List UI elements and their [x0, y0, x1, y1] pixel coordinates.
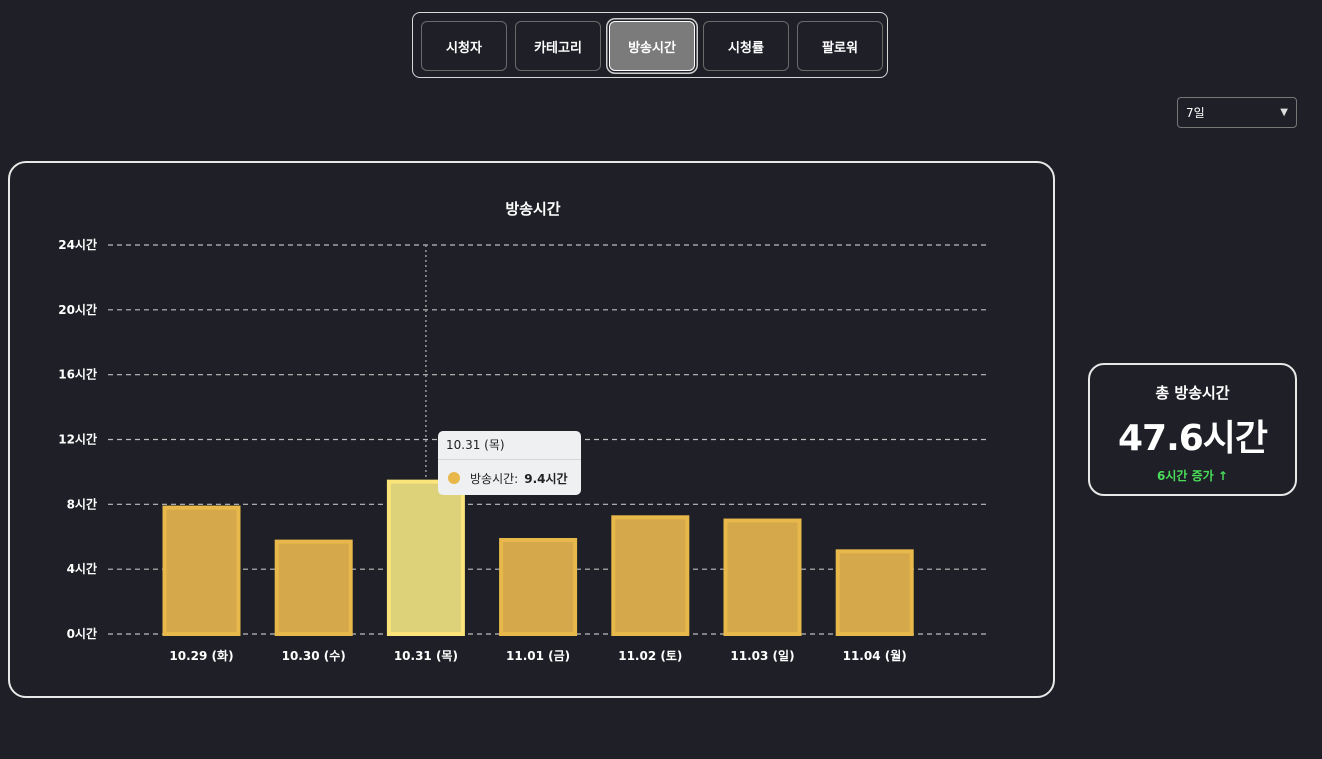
tooltip-title: 10.31 (목): [438, 431, 581, 460]
chart-card: 방송시간 0시간 4시간 8시간 12시간 16시간 20시간 24시간 10.29 (화)…: [8, 161, 1055, 698]
x-tick-label: 10.31 (목): [394, 649, 458, 663]
y-tick-label: 4시간: [67, 561, 97, 576]
y-tick-label: 8시간: [67, 496, 97, 511]
tooltip-row: 방송시간: 9.4시간: [438, 460, 581, 496]
x-tick-label: 10.30 (수): [282, 649, 346, 663]
x-axis-ticks: 10.29 (화) 10.30 (수) 10.31 (목) 11.01 (금) 11.0…: [169, 648, 906, 663]
tooltip-value: 9.4시간: [524, 471, 568, 486]
summary-value: 47.6시간: [1117, 418, 1268, 459]
tab-followers[interactable]: 팔로워: [797, 21, 883, 71]
y-axis-ticks: 0시간 4시간 8시간 12시간 16시간 20시간 24시간: [58, 237, 97, 641]
bar[interactable]: [611, 515, 690, 636]
x-tick-label: 10.29 (화): [169, 648, 233, 663]
tab-broadcast-time[interactable]: 방송시간: [609, 21, 695, 71]
chart-title: 방송시간: [505, 200, 560, 218]
y-tick-label: 24시간: [58, 237, 97, 252]
bar[interactable]: [835, 549, 914, 636]
y-tick-label: 20시간: [58, 302, 97, 317]
bar-chart: 방송시간 0시간 4시간 8시간 12시간 16시간 20시간 24시간 10.29 (화)…: [58, 200, 986, 663]
period-select[interactable]: 7일 ▼: [1177, 97, 1297, 128]
bars: [162, 479, 914, 637]
metric-tab-bar: 시청자 카테고리 방송시간 시청률 팔로워: [412, 12, 888, 78]
x-tick-label: 11.04 (월): [843, 648, 907, 663]
y-tick-label: 12시간: [58, 432, 97, 447]
y-tick-label: 0시간: [67, 626, 97, 641]
bar[interactable]: [386, 479, 465, 636]
tooltip-series-label: 방송시간:: [470, 471, 519, 486]
x-tick-label: 11.03 (일): [730, 649, 794, 663]
bar[interactable]: [499, 537, 578, 636]
y-tick-label: 16시간: [58, 367, 97, 382]
x-tick-label: 11.02 (토): [618, 649, 682, 663]
tab-category[interactable]: 카테고리: [515, 21, 601, 71]
tab-viewers[interactable]: 시청자: [421, 21, 507, 71]
tab-viewing-rate[interactable]: 시청률: [703, 21, 789, 71]
bar[interactable]: [162, 505, 241, 637]
x-tick-label: 11.01 (금): [506, 649, 570, 663]
chevron-down-icon: ▼: [1280, 107, 1288, 118]
bar[interactable]: [723, 518, 802, 636]
summary-change: 6시간 증가 ↑: [1157, 469, 1228, 483]
bar[interactable]: [274, 539, 353, 636]
chart-tooltip: 10.31 (목) 방송시간: 9.4시간: [438, 431, 581, 495]
summary-label: 총 방송시간: [1155, 384, 1230, 402]
total-broadcast-time-card: 총 방송시간 47.6시간 6시간 증가 ↑: [1088, 363, 1297, 496]
tooltip-series-dot: [448, 472, 460, 484]
period-select-value: 7일: [1186, 106, 1205, 120]
